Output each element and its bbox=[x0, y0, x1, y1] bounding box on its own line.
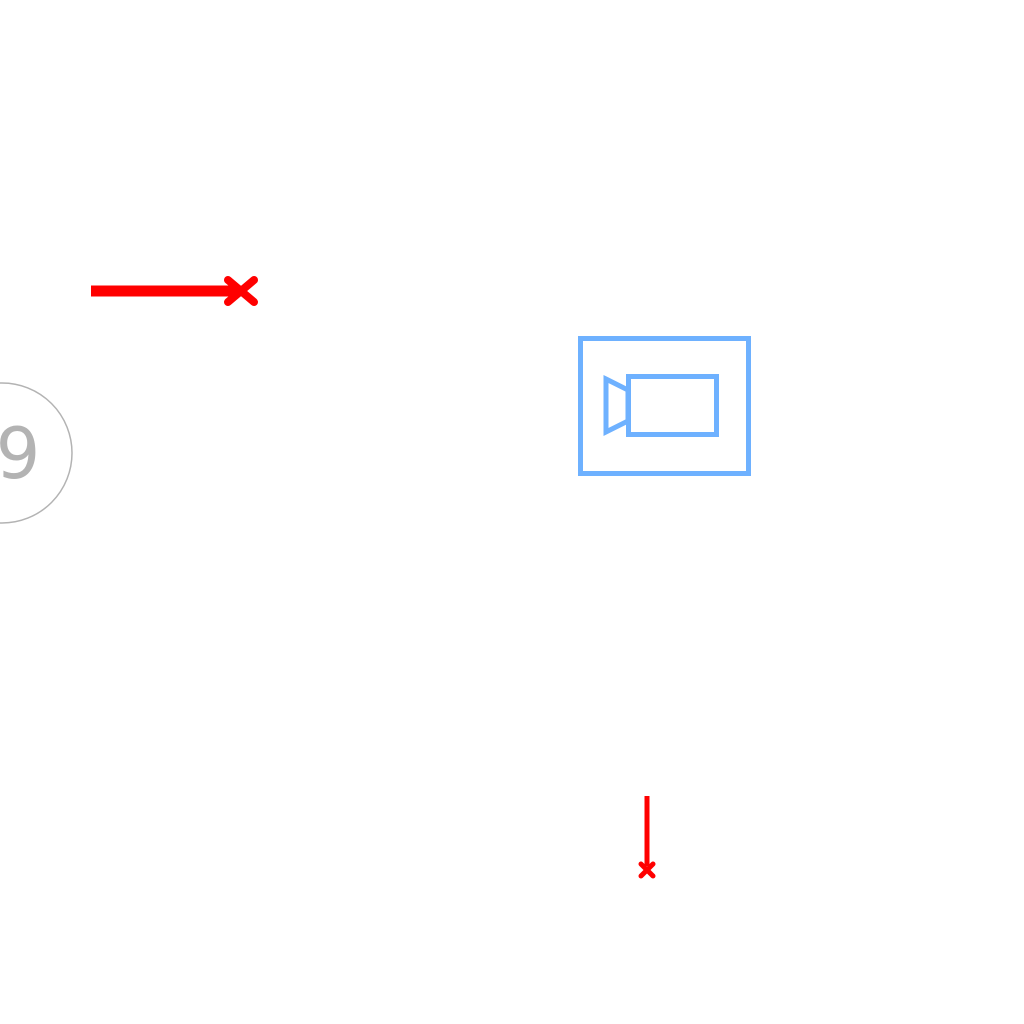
canvas-background bbox=[0, 0, 1024, 1024]
marker-label: 9 bbox=[0, 413, 40, 495]
diagram-canvas: 9 bbox=[0, 0, 1024, 1024]
